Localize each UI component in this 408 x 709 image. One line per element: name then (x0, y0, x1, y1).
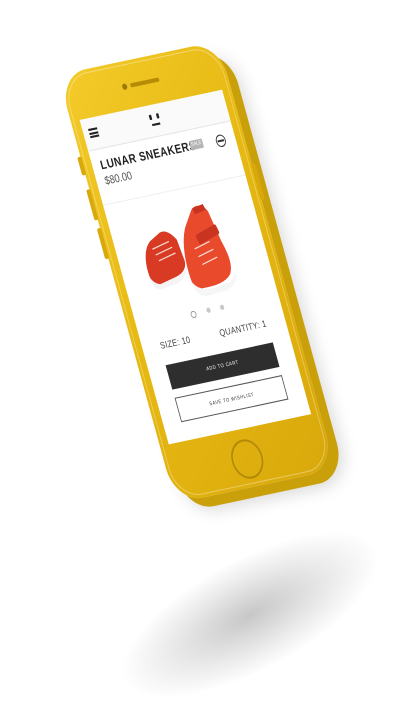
hamburger-menu-icon[interactable] (88, 127, 100, 139)
power-button (250, 162, 265, 201)
circle-share-icon[interactable] (214, 133, 228, 148)
phone-screen: LUNAR SNEAKERS $80.00 SALE SIZE: 10 QUAN… (79, 89, 312, 445)
mute-switch (77, 156, 87, 176)
carousel-dot-3[interactable] (219, 304, 225, 311)
quantity-selector[interactable]: QUANTITY: 1 (218, 318, 267, 338)
size-selector[interactable]: SIZE: 10 (159, 334, 192, 351)
home-button[interactable] (226, 436, 268, 482)
earpiece-speaker (129, 77, 160, 88)
volume-down-button (96, 227, 110, 260)
sneakers-illustration (145, 204, 237, 297)
sale-badge: SALE (188, 138, 205, 151)
volume-up-button (86, 189, 99, 221)
front-camera (121, 83, 128, 91)
mockup-stage: LUNAR SNEAKERS $80.00 SALE SIZE: 10 QUAN… (0, 0, 408, 709)
phone-device: LUNAR SNEAKERS $80.00 SALE SIZE: 10 QUAN… (58, 41, 336, 504)
carousel-dot-2[interactable] (205, 307, 211, 314)
product-price: $80.00 (103, 169, 134, 188)
phone-shadow (100, 500, 400, 709)
smiley-face-logo-icon[interactable] (144, 109, 167, 133)
carousel-dot-1[interactable] (189, 310, 198, 319)
